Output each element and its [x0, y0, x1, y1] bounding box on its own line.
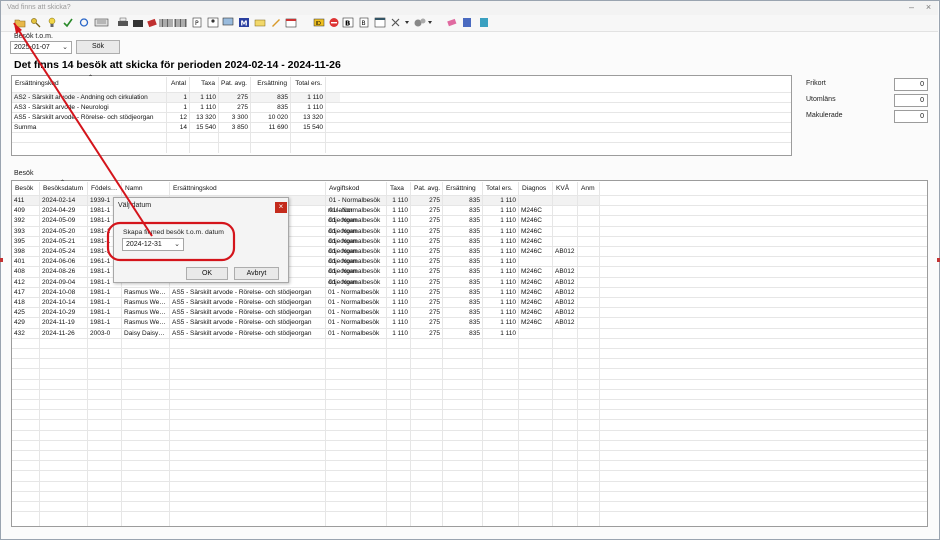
annotation-overlay — [13, 22, 236, 262]
annotation-highlight — [106, 221, 236, 262]
annotation-arrow — [13, 22, 153, 237]
